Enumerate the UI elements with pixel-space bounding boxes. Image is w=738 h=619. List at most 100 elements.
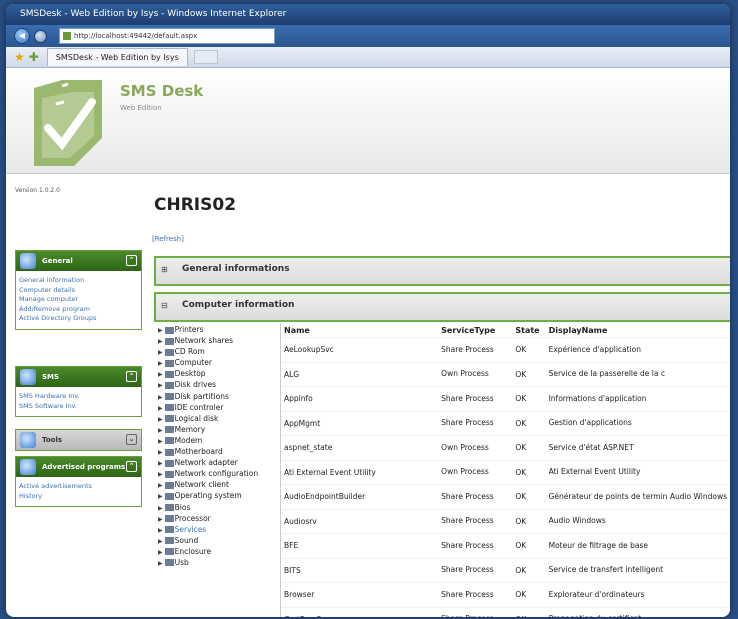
expand-arrow-icon[interactable]: ▶ (158, 416, 163, 423)
menu-add-remove-program[interactable]: Add/Remove program (19, 305, 138, 315)
tree-item[interactable]: ▶ Usb (158, 557, 278, 568)
collapse-icon[interactable]: ⊟ (161, 301, 168, 310)
tree-item[interactable]: ▶ Sound (158, 535, 278, 546)
expand-icon[interactable]: ⊞ (161, 265, 168, 274)
expand-arrow-icon[interactable]: ▶ (158, 394, 163, 401)
table-row[interactable]: Audiosrv Share Process OK Audio Windows (281, 508, 730, 534)
section-computer-information[interactable]: ⊟ Computer information (154, 292, 730, 322)
tree-item-label: Usb (174, 557, 189, 567)
expand-arrow-icon[interactable]: ▶ (158, 549, 163, 556)
table-row[interactable]: aspnet_state Own Process OK Service d'état … (281, 435, 730, 460)
tree-item[interactable]: ▶ Modem (158, 435, 278, 446)
expand-arrow-icon[interactable]: ▶ (158, 371, 163, 378)
advertised-panel-header[interactable]: Advertised programs ⌃ (16, 457, 141, 477)
cell-displayname: Audio Windows (545, 508, 730, 534)
new-tab-button[interactable] (193, 50, 218, 64)
column-state[interactable]: State (512, 323, 546, 338)
expand-icon[interactable]: ⌄ (126, 434, 137, 445)
table-row[interactable]: BITS Share Process OK Service de transfert … (281, 557, 730, 583)
expand-arrow-icon[interactable]: ▶ (158, 438, 163, 445)
expand-arrow-icon[interactable]: ▶ (158, 527, 163, 534)
tree-item[interactable]: ▶ Operating system (158, 490, 278, 501)
tree-item[interactable]: ▶ Bios (158, 502, 278, 513)
expand-arrow-icon[interactable]: ▶ (158, 427, 163, 434)
table-row[interactable]: AeLookupSvc Share Process OK Expérience d'a… (281, 337, 730, 362)
tree-item[interactable]: ▶ Desktop (158, 368, 278, 379)
back-button[interactable]: ◀ (14, 28, 30, 44)
section-general-informations[interactable]: ⊞ General informations (154, 256, 730, 286)
general-panel-header[interactable]: General ⌃ (16, 251, 141, 271)
main-content: CHRIS02 [Refresh] ⊞ General informations… (144, 173, 730, 617)
tree-item[interactable]: ▶ Printers (158, 324, 278, 335)
section-computer-title: Computer information (182, 300, 295, 310)
tree-item[interactable]: ▶ CD Rom (158, 346, 278, 357)
tree-item[interactable]: ▶ Disk partitions (158, 391, 278, 402)
expand-arrow-icon[interactable]: ▶ (158, 471, 163, 478)
menu-active-advertisements[interactable]: Active advertisements (19, 482, 138, 492)
sms-panel-header[interactable]: SMS ⌃ (16, 367, 141, 387)
tree-item[interactable]: ▶ Network client (158, 479, 278, 490)
expand-arrow-icon[interactable]: ▶ (158, 382, 163, 389)
tab-row: ★ ✚ SMSDesk - Web Edition by Isys (6, 47, 730, 68)
favorites-star-icon[interactable]: ★ (14, 50, 25, 64)
tree-item[interactable]: ▶ Network shares (158, 335, 278, 346)
tree-item[interactable]: ▶ Logical disk (158, 413, 278, 424)
tree-item[interactable]: ▶ Computer (158, 357, 278, 368)
tree-item[interactable]: ▶ Disk drives (158, 379, 278, 390)
expand-arrow-icon[interactable]: ▶ (158, 482, 163, 489)
column-servicetype[interactable]: ServiceType (438, 323, 513, 338)
cell-displayname: Service de transfert intelligent (545, 557, 730, 583)
table-row[interactable]: Appinfo Share Process OK Informations d'app… (281, 386, 730, 411)
expand-arrow-icon[interactable]: ▶ (158, 449, 163, 456)
tree-item[interactable]: ▶ Motherboard (158, 446, 278, 457)
window-title: SMSDesk - Web Edition by Isys - Windows … (6, 4, 730, 25)
table-row[interactable]: BFE Share Process OK Moteur de filtrage de … (281, 533, 730, 558)
tree-item[interactable]: ▶ Processor (158, 513, 278, 524)
menu-computer-details[interactable]: Computer details (19, 286, 138, 296)
add-favorites-icon[interactable]: ✚ (29, 50, 39, 64)
table-row[interactable]: Browser Share Process OK Explorateur d'ordi… (281, 582, 730, 607)
tree-item[interactable]: ▶ Enclosure (158, 546, 278, 557)
menu-sms-software-inv[interactable]: SMS Software Inv. (19, 402, 138, 412)
table-row[interactable]: CertPropSvcShare ProcessOKPropagation du… (281, 606, 730, 617)
address-field[interactable]: http://localhost:49442/default.aspx (59, 28, 275, 44)
tree-item-label: Modem (174, 435, 203, 445)
tools-panel-header[interactable]: Tools ⌄ (16, 430, 141, 450)
table-row[interactable]: ALG Own Process OK Service de la passerelle… (281, 361, 730, 387)
left-sidebar: Version 1.0.2.0 General ⌃ General inform… (6, 173, 144, 617)
menu-manage-computer[interactable]: Manage computer (19, 295, 138, 305)
forward-button[interactable] (34, 29, 47, 43)
collapse-icon[interactable]: ⌃ (126, 371, 137, 382)
expand-arrow-icon[interactable]: ▶ (158, 516, 163, 523)
refresh-link[interactable]: [Refresh] (152, 235, 184, 243)
tab-smsdesk[interactable]: SMSDesk - Web Edition by Isys (46, 48, 188, 66)
collapse-icon[interactable]: ⌃ (126, 255, 137, 266)
expand-arrow-icon[interactable]: ▶ (158, 349, 163, 356)
expand-arrow-icon[interactable]: ▶ (158, 360, 163, 367)
expand-arrow-icon[interactable]: ▶ (158, 560, 163, 567)
expand-arrow-icon[interactable]: ▶ (158, 505, 163, 512)
tree-item[interactable]: ▶ Network adapter (158, 457, 278, 468)
table-row[interactable]: Ati External Event Utility Own Process OK A… (281, 459, 730, 485)
expand-arrow-icon[interactable]: ▶ (158, 493, 163, 500)
tree-item[interactable]: ▶ Memory (158, 424, 278, 435)
tree-item[interactable]: ▶ Services (158, 524, 278, 535)
menu-active-directory-groups[interactable]: Active Directory Groups (19, 314, 138, 324)
expand-arrow-icon[interactable]: ▶ (158, 538, 163, 545)
menu-sms-hardware-inv[interactable]: SMS Hardware Inv. (19, 392, 138, 402)
menu-history[interactable]: History (19, 492, 138, 502)
table-row[interactable]: AppMgmt Share Process OK Gestion d'applicat… (281, 410, 730, 436)
expand-arrow-icon[interactable]: ▶ (158, 338, 163, 345)
expand-arrow-icon[interactable]: ▶ (158, 405, 163, 412)
collapse-icon[interactable]: ⌃ (126, 461, 137, 472)
column-name[interactable]: Name (281, 323, 439, 338)
column-displayname[interactable]: DisplayName (545, 323, 730, 338)
expand-arrow-icon[interactable]: ▶ (158, 460, 163, 467)
tree-item[interactable]: ▶ IDE controler (158, 402, 278, 413)
expand-arrow-icon[interactable]: ▶ (158, 327, 163, 334)
info-icon (20, 253, 36, 269)
tools-panel: Tools ⌄ (15, 429, 142, 451)
menu-general-information[interactable]: General information (19, 276, 138, 286)
table-row[interactable]: AudioEndpointBuilder Share Process OK Génér… (281, 484, 730, 509)
tree-item[interactable]: ▶ Network configuration (158, 468, 278, 479)
